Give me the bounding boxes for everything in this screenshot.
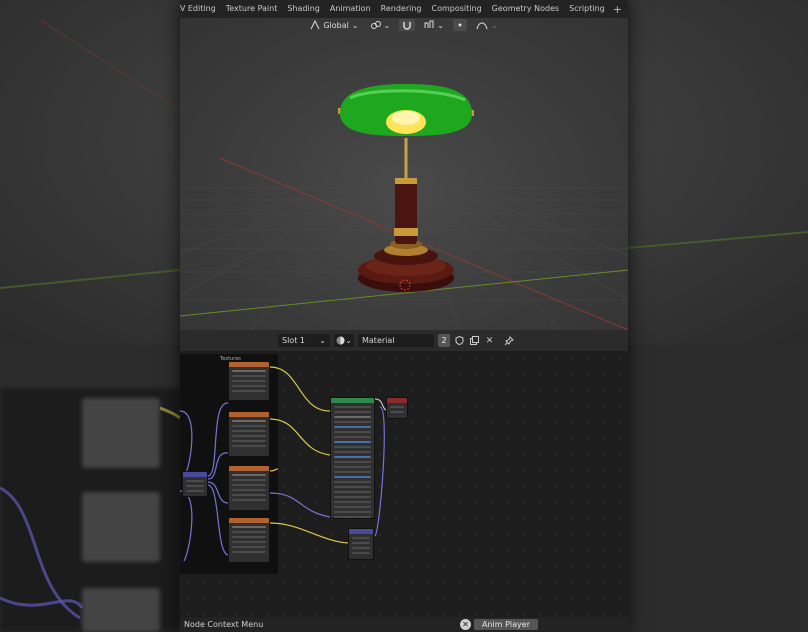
snap-target-dropdown[interactable]: ⌄: [421, 19, 447, 31]
node-editor-header: Slot 1 ⌄ ⌄ Material 2 ✕: [180, 330, 628, 351]
chevron-down-icon: ⌄: [351, 20, 359, 30]
blurred-node-wires: [0, 406, 180, 620]
tab-geometry-nodes[interactable]: Geometry Nodes: [487, 0, 564, 18]
snap-increment-icon: [424, 20, 434, 28]
link-icon: [370, 21, 381, 29]
chevron-down-icon: ⌄: [490, 20, 498, 30]
orientation-icon: [310, 20, 320, 30]
proportional-editing-icon: [458, 23, 462, 27]
chevron-down-icon: ⌄: [437, 20, 444, 30]
chevron-down-icon: ⌄: [319, 336, 326, 345]
add-workspace-button[interactable]: +: [610, 3, 625, 16]
x-axis-line: [219, 157, 628, 330]
proportional-falloff-icon: [476, 22, 488, 30]
snap-toggle[interactable]: [399, 19, 416, 31]
chevron-down-icon: ⌄: [383, 20, 391, 30]
pin-button[interactable]: [503, 334, 514, 347]
shader-node-editor[interactable]: Textures: [180, 351, 628, 617]
status-bar: Node Context Menu ✕ Anim Player: [180, 617, 628, 632]
material-output-node[interactable]: [386, 397, 408, 419]
node-context-menu-hint: Node Context Menu: [184, 620, 264, 629]
tab-texture-paint[interactable]: Texture Paint: [221, 0, 283, 18]
proportional-falloff-dropdown[interactable]: ⌄: [473, 19, 501, 31]
image-texture-node[interactable]: [228, 361, 270, 401]
viewport-header: Global ⌄ ⌄ ⌄ ⌄: [180, 18, 628, 32]
material-sphere-icon: [336, 336, 345, 345]
blender-window: UV Editing Texture Paint Shading Animati…: [180, 0, 628, 632]
image-texture-node[interactable]: [228, 517, 270, 563]
principled-bsdf-node[interactable]: [330, 397, 375, 519]
magnet-icon: [403, 22, 412, 30]
fake-user-button[interactable]: [454, 334, 465, 347]
tab-shading[interactable]: Shading: [282, 0, 325, 18]
transform-orientation-dropdown[interactable]: Global ⌄: [307, 19, 361, 31]
pivot-dropdown[interactable]: ⌄: [368, 19, 394, 31]
anim-player-hint: ✕ Anim Player: [460, 619, 538, 630]
anim-player-label: Anim Player: [474, 619, 538, 630]
proportional-editing-toggle[interactable]: [452, 19, 467, 31]
image-texture-node[interactable]: [228, 411, 270, 457]
tab-rendering[interactable]: Rendering: [376, 0, 427, 18]
tab-animation[interactable]: Animation: [325, 0, 376, 18]
tab-scripting[interactable]: Scripting: [564, 0, 610, 18]
slot-label: Slot 1: [282, 336, 305, 345]
orientation-label: Global: [323, 20, 349, 30]
close-icon[interactable]: ✕: [460, 619, 471, 630]
viewport-scene: [180, 84, 628, 330]
material-name: Material: [362, 336, 395, 345]
material-slot-dropdown[interactable]: Slot 1 ⌄: [278, 334, 330, 347]
workspace-tab-bar: UV Editing Texture Paint Shading Animati…: [180, 0, 628, 18]
browse-material-dropdown[interactable]: ⌄: [334, 334, 354, 347]
duplicate-icon: [470, 336, 479, 345]
image-texture-node[interactable]: [228, 465, 270, 511]
material-name-field[interactable]: Material: [358, 334, 434, 347]
shield-icon: [455, 336, 464, 345]
pin-icon: [504, 335, 514, 345]
tab-uv-editing[interactable]: UV Editing: [180, 0, 221, 18]
texture-coordinate-node[interactable]: [182, 471, 208, 497]
duplicate-material-button[interactable]: [469, 334, 480, 347]
chevron-down-icon: ⌄: [345, 336, 352, 345]
tab-compositing[interactable]: Compositing: [427, 0, 487, 18]
material-user-count[interactable]: 2: [438, 334, 450, 347]
unlink-material-button[interactable]: ✕: [484, 334, 495, 347]
user-count-label: 2: [441, 336, 447, 345]
normal-map-node[interactable]: [348, 528, 374, 560]
close-icon: ✕: [485, 335, 494, 346]
3d-viewport[interactable]: Global ⌄ ⌄ ⌄ ⌄: [180, 18, 628, 330]
